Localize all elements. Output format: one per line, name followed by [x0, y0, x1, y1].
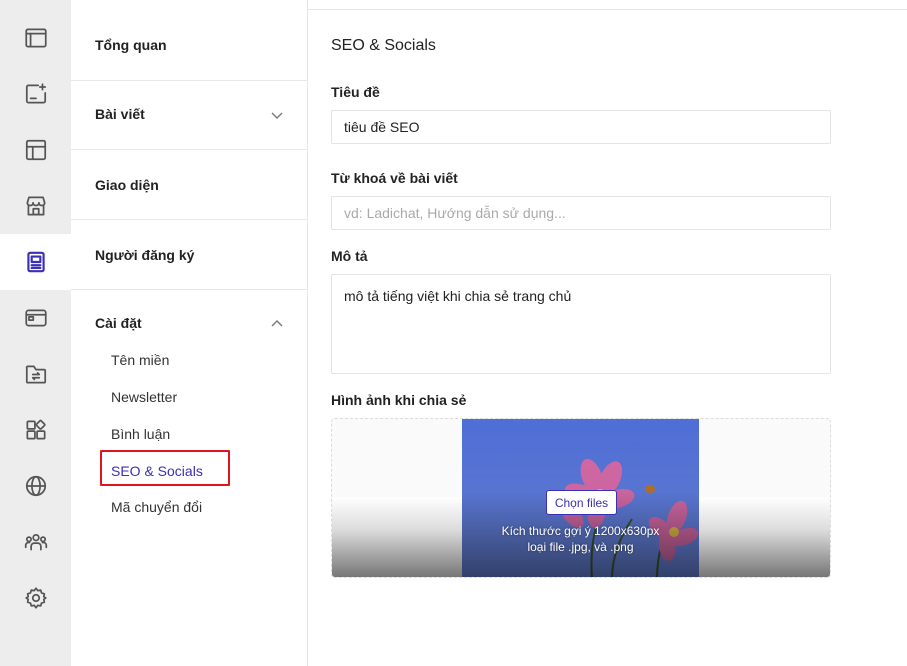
settings-menu: Tổng quan Bài viết Giao diện Người đăng … — [71, 0, 308, 666]
layout-icon[interactable] — [0, 122, 71, 178]
type-hint: loại file .jpg, và .png — [527, 540, 634, 554]
keywords-input[interactable] — [331, 196, 831, 230]
store-icon[interactable] — [0, 178, 71, 234]
submenu-item-comments[interactable]: Bình luận — [111, 426, 170, 442]
folder-sync-icon[interactable] — [0, 346, 71, 402]
add-post-icon[interactable] — [0, 66, 71, 122]
image-label: Hình ảnh khi chia sẻ — [331, 392, 467, 408]
highlight-box — [100, 450, 230, 486]
chevron-down-icon — [270, 108, 284, 122]
page-title: SEO & Socials — [331, 37, 436, 54]
menu-item-label: Bài viết — [95, 106, 145, 122]
keywords-label: Từ khoá về bài viết — [331, 170, 458, 186]
title-input[interactable] — [331, 110, 831, 144]
submenu-item-newsletter[interactable]: Newsletter — [111, 389, 177, 405]
submenu-item-conversion-code[interactable]: Mã chuyển đổi — [111, 499, 202, 515]
image-upload-area[interactable]: Chọn files Kích thước gợi ý 1200x630px l… — [331, 418, 831, 578]
submenu-item-domain[interactable]: Tên miền — [111, 352, 169, 368]
menu-item-posts[interactable]: Bài viết — [71, 81, 307, 150]
apps-icon[interactable] — [0, 402, 71, 458]
article-icon[interactable] — [0, 234, 71, 290]
seo-form: SEO & Socials Tiêu đề Từ khoá về bài viế… — [308, 0, 907, 666]
size-hint: Kích thước gợi ý 1200x630px — [501, 524, 660, 538]
menu-item-label: Tổng quan — [95, 37, 167, 53]
menu-item-overview[interactable]: Tổng quan — [71, 0, 307, 81]
users-icon[interactable] — [0, 514, 71, 570]
title-label: Tiêu đề — [331, 84, 380, 100]
menu-item-subscribers[interactable]: Người đăng ký — [71, 220, 307, 290]
card-icon[interactable] — [0, 290, 71, 346]
menu-item-label: Người đăng ký — [95, 247, 195, 263]
browser-window-icon[interactable] — [0, 10, 71, 66]
menu-item-label[interactable]: Cài đặt — [95, 315, 142, 331]
menu-item-label: Giao diện — [95, 177, 159, 193]
description-label: Mô tả — [331, 248, 368, 264]
upload-shade-left — [332, 497, 462, 577]
settings-icon[interactable] — [0, 570, 71, 626]
choose-files-button[interactable]: Chọn files — [546, 490, 617, 515]
description-textarea[interactable]: mô tả tiếng việt khi chia sẻ trang chủ — [331, 274, 831, 374]
chevron-up-icon[interactable] — [270, 317, 284, 331]
menu-item-appearance[interactable]: Giao diện — [71, 150, 307, 220]
globe-icon[interactable] — [0, 458, 71, 514]
upload-shade-right — [699, 497, 830, 577]
icon-rail — [0, 0, 71, 666]
